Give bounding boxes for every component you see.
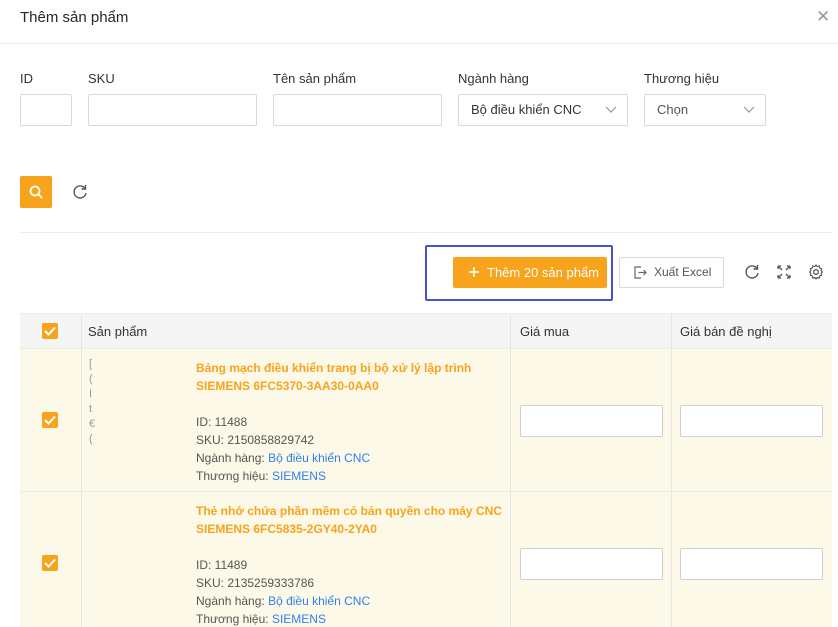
check-icon bbox=[44, 558, 56, 568]
export-icon bbox=[634, 266, 647, 279]
product-name-input[interactable] bbox=[273, 94, 442, 126]
select-all-checkbox[interactable] bbox=[42, 323, 58, 339]
column-divider bbox=[81, 492, 82, 627]
sku-input[interactable] bbox=[88, 94, 257, 126]
product-id: ID: 11489 bbox=[196, 558, 248, 572]
reset-button[interactable] bbox=[70, 182, 90, 202]
refresh-table-button[interactable] bbox=[743, 263, 761, 281]
chevron-down-icon bbox=[605, 95, 617, 136]
close-icon[interactable]: ✕ bbox=[816, 8, 830, 25]
chevron-down-icon bbox=[743, 95, 755, 136]
add-products-label: Thêm 20 sản phẩm bbox=[487, 265, 600, 280]
settings-button[interactable] bbox=[807, 263, 825, 281]
column-header-suggested-price[interactable]: Giá bán đề nghị bbox=[680, 324, 772, 339]
product-name[interactable]: Thẻ nhớ chứa phần mềm có bản quyền cho m… bbox=[196, 502, 506, 538]
column-header-purchase-price[interactable]: Giá mua bbox=[520, 324, 569, 339]
add-products-button[interactable]: Thêm 20 sản phẩm bbox=[453, 257, 607, 288]
id-input[interactable] bbox=[20, 94, 72, 126]
brand-link[interactable]: SIEMENS bbox=[272, 469, 326, 483]
row-checkbox[interactable] bbox=[42, 555, 58, 571]
column-divider bbox=[671, 314, 672, 348]
column-divider bbox=[671, 492, 672, 627]
column-divider bbox=[81, 349, 82, 491]
check-icon bbox=[44, 415, 56, 425]
id-label: ID bbox=[20, 71, 33, 86]
column-divider bbox=[671, 349, 672, 491]
column-divider bbox=[510, 349, 511, 491]
search-icon bbox=[29, 185, 43, 199]
fullscreen-button[interactable] bbox=[775, 263, 793, 281]
table-row: Thẻ nhớ chứa phần mềm có bản quyền cho m… bbox=[20, 492, 832, 627]
category-link[interactable]: Bộ điều khiển CNC bbox=[268, 451, 370, 465]
product-name[interactable]: Bảng mạch điều khiển trang bị bộ xử lý l… bbox=[196, 359, 506, 395]
product-category: Ngành hàng: Bộ điều khiển CNC bbox=[196, 594, 371, 608]
suggested-price-input[interactable] bbox=[680, 405, 823, 437]
product-id: ID: 11488 bbox=[196, 415, 248, 429]
column-divider bbox=[510, 314, 511, 348]
row-checkbox[interactable] bbox=[42, 412, 58, 428]
category-select-value: Bộ điều khiển CNC bbox=[471, 102, 582, 117]
gear-icon bbox=[808, 264, 824, 280]
column-divider bbox=[510, 492, 511, 627]
product-sku: SKU: 2135259333786 bbox=[196, 576, 315, 590]
section-divider bbox=[20, 232, 832, 233]
suggested-price-input[interactable] bbox=[680, 548, 823, 580]
search-button[interactable] bbox=[20, 176, 52, 208]
export-excel-button[interactable]: Xuất Excel bbox=[619, 257, 724, 288]
purchase-price-input[interactable] bbox=[520, 548, 663, 580]
refresh-icon bbox=[745, 265, 759, 279]
refresh-icon bbox=[73, 185, 87, 199]
category-link[interactable]: Bộ điều khiển CNC bbox=[268, 594, 370, 608]
product-brand: Thương hiệu: SIEMENS bbox=[196, 612, 326, 626]
purchase-price-input[interactable] bbox=[520, 405, 663, 437]
dialog-header: Thêm sản phẩm ✕ bbox=[0, 0, 838, 44]
sku-label: SKU bbox=[88, 71, 115, 86]
export-excel-label: Xuất Excel bbox=[654, 265, 712, 279]
product-brand: Thương hiệu: SIEMENS bbox=[196, 469, 326, 483]
product-name-label: Tên sản phẩm bbox=[273, 71, 357, 86]
table-header: Sản phẩm Giá mua Giá bán đề nghị bbox=[20, 313, 832, 349]
column-header-product[interactable]: Sản phẩm bbox=[88, 324, 147, 339]
fullscreen-icon bbox=[777, 265, 791, 279]
category-select[interactable]: Bộ điều khiển CNC bbox=[458, 94, 628, 126]
brand-select[interactable]: Chọn bbox=[644, 94, 766, 126]
brand-label: Thương hiệu bbox=[644, 71, 720, 86]
dialog-title: Thêm sản phẩm bbox=[20, 9, 129, 26]
table-row: [ ( I t € ( Bảng mạch điều khiển trang b… bbox=[20, 349, 832, 492]
brand-link[interactable]: SIEMENS bbox=[272, 612, 326, 626]
column-divider bbox=[81, 314, 82, 348]
product-sku: SKU: 2150858829742 bbox=[196, 433, 315, 447]
product-image-placeholder: [ ( I t € ( bbox=[89, 358, 96, 445]
plus-icon bbox=[469, 267, 479, 277]
category-label: Ngành hàng bbox=[458, 71, 529, 86]
check-icon bbox=[44, 326, 56, 336]
product-category: Ngành hàng: Bộ điều khiển CNC bbox=[196, 451, 371, 465]
brand-select-value: Chọn bbox=[657, 102, 689, 117]
